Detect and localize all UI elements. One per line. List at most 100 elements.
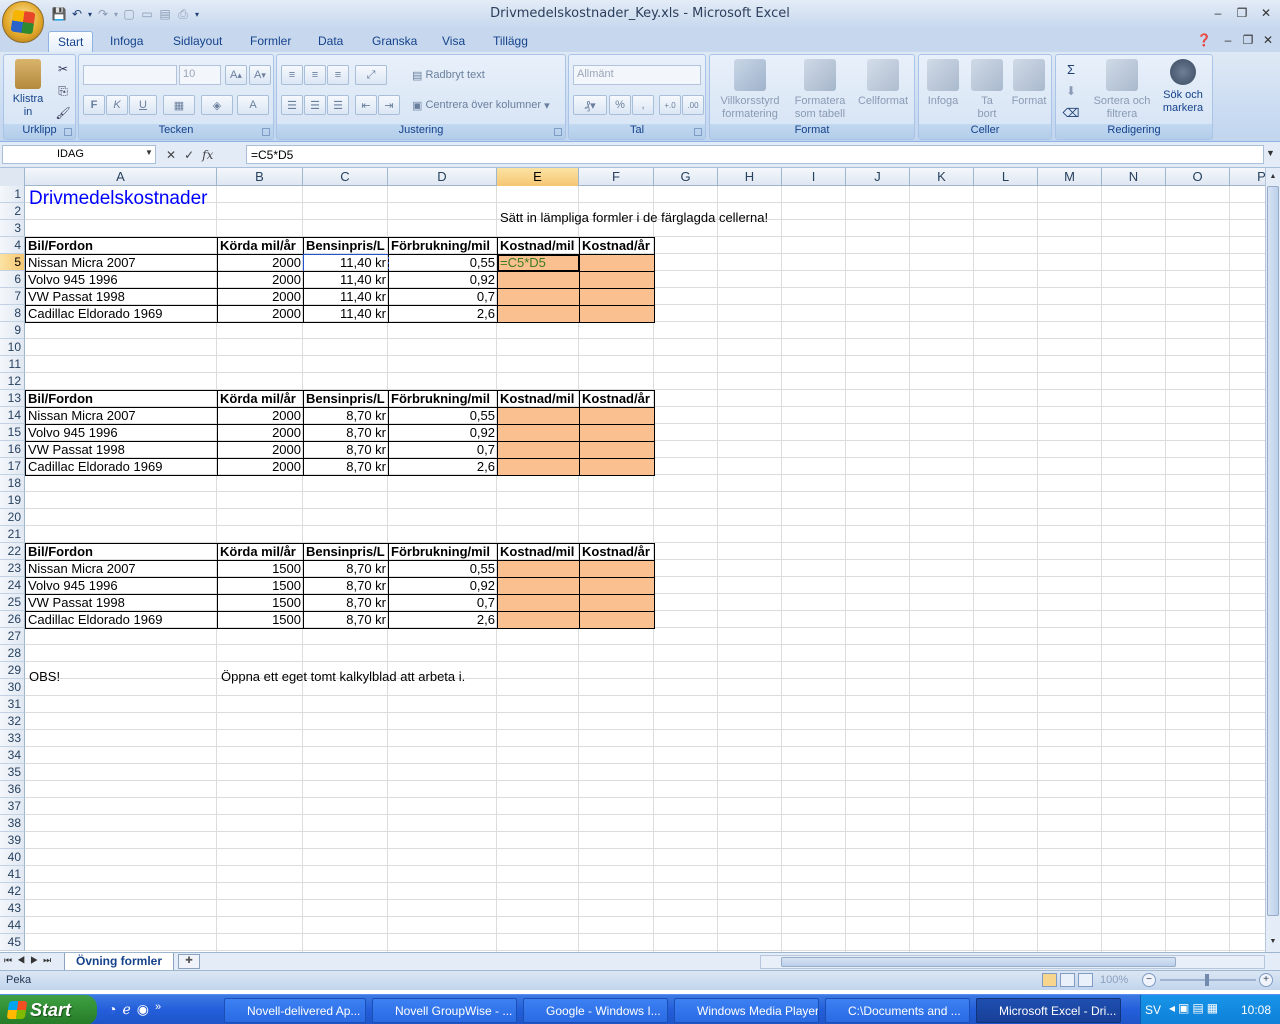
row-header-10[interactable]: 10 xyxy=(0,339,25,356)
align-bottom-icon[interactable]: ≡ xyxy=(327,65,349,85)
align-right-icon[interactable]: ☰ xyxy=(327,95,349,115)
zoom-out-icon[interactable]: − xyxy=(1142,973,1156,987)
cell-cons[interactable]: 2,6 xyxy=(388,458,498,476)
cell-car[interactable]: VW Passat 1998 xyxy=(25,441,218,459)
note-text[interactable]: Öppna ett eget tomt kalkylblad att arbet… xyxy=(219,669,467,686)
cell-km[interactable]: 1500 xyxy=(217,594,304,612)
cell-cost-year[interactable] xyxy=(579,288,655,306)
cell-cons[interactable]: 0,7 xyxy=(388,288,498,306)
cell-car[interactable]: Nissan Micra 2007 xyxy=(25,560,218,578)
column-header-c[interactable]: C xyxy=(303,168,388,186)
table-header-cell[interactable]: Bil/Fordon xyxy=(25,390,218,408)
cell-car[interactable]: VW Passat 1998 xyxy=(25,288,218,306)
column-header-p[interactable]: P xyxy=(1230,168,1265,186)
column-header-f[interactable]: F xyxy=(579,168,654,186)
conditional-formatting-button[interactable]: Villkorsstyrd formatering xyxy=(712,59,788,121)
row-header-37[interactable]: 37 xyxy=(0,798,25,815)
cell-styles-button[interactable]: Cellformat xyxy=(852,59,914,108)
name-box[interactable]: IDAG xyxy=(2,145,156,164)
font-dialog-launcher-icon[interactable] xyxy=(262,128,270,136)
cell-cost_mil[interactable] xyxy=(497,611,580,629)
zoom-slider-thumb[interactable] xyxy=(1205,974,1209,986)
row-header-16[interactable]: 16 xyxy=(0,441,25,458)
column-header-i[interactable]: I xyxy=(782,168,846,186)
cell-cost_mil[interactable] xyxy=(497,441,580,459)
enter-icon[interactable]: ✓ xyxy=(184,148,194,162)
note-label[interactable]: OBS! xyxy=(27,669,62,686)
column-header-e[interactable]: E xyxy=(497,168,579,186)
quick-launch-more-icon[interactable]: » xyxy=(155,1001,161,1018)
cell-cost-year[interactable] xyxy=(579,271,655,289)
tab-visa[interactable]: Visa xyxy=(433,31,474,52)
name-box-dropdown-icon[interactable]: ▼ xyxy=(145,148,153,157)
clear-icon[interactable]: ⌫ xyxy=(1062,105,1080,121)
cell-cost_mil[interactable] xyxy=(497,458,580,476)
row-header-3[interactable]: 3 xyxy=(0,220,25,237)
zoom-level[interactable]: 100% xyxy=(1100,974,1128,986)
minimize-icon[interactable]: ‒ xyxy=(1206,4,1230,22)
cut-icon[interactable]: ✂ xyxy=(54,61,72,77)
tab-granska[interactable]: Granska xyxy=(363,31,426,52)
horizontal-scrollbar[interactable] xyxy=(760,955,1265,969)
cell-km[interactable]: 1500 xyxy=(217,611,304,629)
row-header-31[interactable]: 31 xyxy=(0,696,25,713)
number-dialog-launcher-icon[interactable] xyxy=(694,128,702,136)
cell-cons[interactable]: 2,6 xyxy=(388,305,498,323)
cell-cons[interactable]: 0,55 xyxy=(388,407,498,425)
tab-tillagg[interactable]: Tillägg xyxy=(484,31,537,52)
column-header-a[interactable]: A xyxy=(25,168,217,186)
sheet-tab-ovning-formler[interactable]: Övning formler xyxy=(64,953,174,971)
shrink-font-icon[interactable]: A ▾ xyxy=(249,65,271,85)
row-header-7[interactable]: 7 xyxy=(0,288,25,305)
cell-cons[interactable]: 0,7 xyxy=(388,594,498,612)
row-header-40[interactable]: 40 xyxy=(0,849,25,866)
row-header-23[interactable]: 23 xyxy=(0,560,25,577)
row-header-38[interactable]: 38 xyxy=(0,815,25,832)
copy-icon[interactable]: ⎘ xyxy=(54,83,72,99)
borders-icon[interactable]: ▦ xyxy=(163,95,195,115)
vertical-scrollbar[interactable]: ▲ ▼ xyxy=(1265,168,1280,952)
format-painter-icon[interactable]: 🖌 xyxy=(54,105,72,121)
row-header-12[interactable]: 12 xyxy=(0,373,25,390)
column-header-h[interactable]: H xyxy=(718,168,782,186)
active-cell-e5[interactable]: =C5*D5 xyxy=(497,254,580,272)
sheet-title[interactable]: Drivmedelskostnader xyxy=(27,188,209,210)
row-header-4[interactable]: 4 xyxy=(0,237,25,254)
row-header-45[interactable]: 45 xyxy=(0,934,25,951)
cell-cost_mil[interactable] xyxy=(497,560,580,578)
cell-car[interactable]: Cadillac Eldorado 1969 xyxy=(25,305,218,323)
row-header-25[interactable]: 25 xyxy=(0,594,25,611)
tab-data[interactable]: Data xyxy=(309,31,352,52)
close-icon[interactable]: ✕ xyxy=(1254,4,1278,22)
increase-decimal-icon[interactable]: +.0 xyxy=(659,95,681,115)
row-header-22[interactable]: 22 xyxy=(0,543,25,560)
align-left-icon[interactable]: ☰ xyxy=(281,95,303,115)
table-header-cell[interactable]: Kostnad/år xyxy=(579,237,655,255)
row-header-9[interactable]: 9 xyxy=(0,322,25,339)
cell-km[interactable]: 2000 xyxy=(217,407,304,425)
cell-cost-year[interactable] xyxy=(579,577,655,595)
grow-font-icon[interactable]: A ▴ xyxy=(225,65,247,85)
cell-car[interactable]: Volvo 945 1996 xyxy=(25,577,218,595)
tab-formler[interactable]: Formler xyxy=(241,31,300,52)
vertical-scroll-thumb[interactable] xyxy=(1267,186,1279,916)
decrease-indent-icon[interactable]: ⇤ xyxy=(355,95,377,115)
table-header-cell[interactable]: Förbrukning/mil xyxy=(388,237,498,255)
percent-format-icon[interactable]: % xyxy=(609,95,631,115)
tab-start[interactable]: Start xyxy=(48,31,94,52)
task-groupwise[interactable]: Novell GroupWise - ... xyxy=(372,998,517,1023)
row-header-8[interactable]: 8 xyxy=(0,305,25,322)
cell-cons[interactable]: 0,7 xyxy=(388,441,498,459)
row-header-44[interactable]: 44 xyxy=(0,917,25,934)
cell-cons[interactable]: 0,55 xyxy=(388,560,498,578)
cancel-entry-icon[interactable]: ✕ xyxy=(166,148,176,162)
office-button[interactable] xyxy=(2,1,44,43)
orientation-icon[interactable]: ⤢ xyxy=(355,65,387,85)
table-header-cell[interactable]: Förbrukning/mil xyxy=(388,390,498,408)
table-header-cell[interactable]: Bensinpris/L xyxy=(303,390,389,408)
task-excel[interactable]: Microsoft Excel - Dri... xyxy=(976,998,1121,1023)
insert-sheet-icon[interactable]: ✚ xyxy=(178,954,200,969)
merge-center-button[interactable]: ▣ Centrera över kolumner ▾ xyxy=(407,95,563,115)
column-header-n[interactable]: N xyxy=(1102,168,1166,186)
cell-price[interactable]: 8,70 kr xyxy=(303,441,389,459)
